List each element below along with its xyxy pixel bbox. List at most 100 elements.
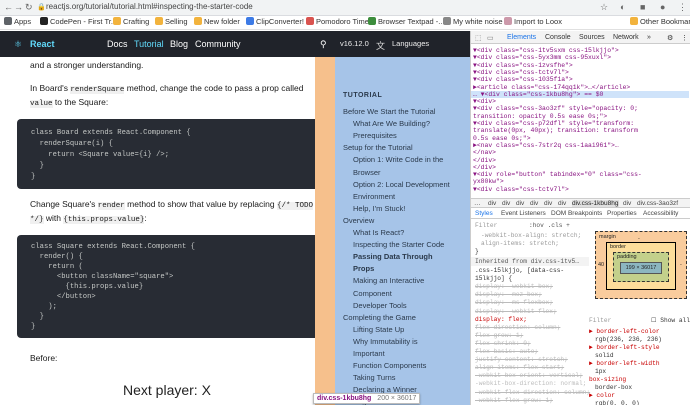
dom-node[interactable]: … ▼<div class="css-1kbu8hg"> == $0	[471, 90, 689, 98]
hov-cls-controls[interactable]: :hov .cls +	[529, 222, 570, 229]
tab-console[interactable]: Console	[545, 34, 571, 41]
extension-icon[interactable]: ■	[640, 2, 645, 12]
sidebar-item[interactable]: Completing the Game	[343, 313, 416, 322]
tab-event-listeners[interactable]: Event Listeners	[501, 210, 546, 217]
sidebar-item[interactable]: What Is React?	[353, 228, 404, 237]
forward-icon[interactable]: →	[14, 2, 23, 12]
bookmark-apps[interactable]: Apps	[4, 17, 31, 26]
sidebar-item[interactable]: Component	[353, 289, 392, 298]
dom-node[interactable]: ▼<div role="button" tabindex="0" class="…	[473, 171, 642, 178]
dom-node[interactable]: ▼<div class="css-1zvsfhe">	[473, 62, 573, 69]
tab-sources[interactable]: Sources	[579, 34, 605, 41]
css-declaration[interactable]: justify-content: stretch;	[475, 356, 568, 363]
bookmark-pomodoro[interactable]: Pomodoro Timer	[306, 17, 371, 26]
nav-docs[interactable]: Docs	[107, 39, 128, 49]
css-declaration[interactable]: -webkit-flex-direction: column;	[475, 389, 590, 396]
bookmark-textpad[interactable]: Browser Textpad -...	[368, 17, 445, 26]
translate-icon[interactable]: 文	[376, 39, 385, 52]
nav-tutorial[interactable]: Tutorial	[134, 39, 164, 49]
css-declaration[interactable]: flex-shrink: 0;	[475, 340, 531, 347]
breadcrumb-item[interactable]: div	[516, 200, 524, 207]
menu-icon[interactable]: ⋮	[678, 2, 687, 13]
sidebar-item[interactable]: What Are We Building?	[353, 119, 430, 128]
css-declaration[interactable]: -webkit-box-direction: normal;	[475, 380, 586, 387]
sidebar-item[interactable]: Why Immutability is	[353, 337, 418, 346]
css-declaration[interactable]: flex-grow: 1;	[475, 332, 523, 339]
bookmark-new-folder[interactable]: New folder	[194, 17, 240, 26]
dom-node[interactable]: </div>	[473, 164, 496, 171]
css-declaration[interactable]: -webkit-box-align: stretch;	[481, 232, 581, 239]
css-declaration[interactable]: 15lkjjo] {	[475, 275, 512, 282]
nav-blog[interactable]: Blog	[170, 39, 188, 49]
profile-icon[interactable]: ●	[660, 2, 665, 12]
computed-property[interactable]: ► border-left-width	[589, 360, 660, 367]
computed-property[interactable]: ► border-left-color	[589, 328, 660, 335]
tab-styles[interactable]: Styles	[475, 210, 493, 217]
dom-node[interactable]: </nav>	[473, 149, 496, 156]
sidebar-item[interactable]: Option 2: Local Development	[353, 180, 450, 189]
sidebar-item[interactable]: Setup for the Tutorial	[343, 143, 413, 152]
brand-link[interactable]: React	[30, 39, 55, 49]
breadcrumb-item[interactable]: div	[530, 200, 538, 207]
dom-node[interactable]: ▼<div class="css-tctv7l">	[473, 186, 569, 193]
breadcrumb-item[interactable]: div	[558, 200, 566, 207]
star-icon[interactable]: ☆	[600, 2, 608, 13]
show-all-checkbox[interactable]: ☐ Show all	[651, 317, 690, 324]
bookmark-white-noise[interactable]: My white noise	[443, 17, 503, 26]
dom-node[interactable]: yx80kw">	[473, 178, 504, 185]
css-declaration[interactable]: display: -moz-box;	[475, 291, 542, 298]
sidebar-item[interactable]: Browser	[353, 168, 381, 177]
sidebar-item[interactable]: Making an Interactive	[353, 276, 424, 285]
sidebar-item[interactable]: Help, I'm Stuck!	[353, 204, 405, 213]
computed-property[interactable]: ► color	[589, 392, 615, 399]
dom-node[interactable]: 0.5s ease 0s;">	[473, 135, 531, 142]
dom-node[interactable]: translate(0px, 40px); transition: transf…	[473, 127, 638, 134]
dom-node[interactable]: ▼<div class="css-tctv7l">	[473, 69, 569, 76]
tab-properties[interactable]: Properties	[607, 210, 637, 217]
breadcrumb-item[interactable]: …	[474, 200, 481, 207]
sidebar-item[interactable]: Inspecting the Starter Code	[353, 240, 444, 249]
breadcrumb-item[interactable]: div.css-1kbu8hg	[572, 200, 619, 207]
settings-icon[interactable]: ⚙	[667, 34, 673, 42]
dom-node[interactable]: </div>	[473, 157, 496, 164]
breadcrumb-item[interactable]: div	[488, 200, 496, 207]
styles-filter-input[interactable]: Filter	[475, 222, 497, 229]
reload-icon[interactable]: ↻	[25, 2, 33, 13]
bookmark-crafting[interactable]: Crafting	[113, 17, 149, 26]
sidebar-item[interactable]: Props	[353, 264, 374, 273]
sidebar-item[interactable]: Lifting State Up	[353, 325, 404, 334]
dom-node[interactable]: ▼<div class="css-p72dfl" style="transfor…	[473, 120, 634, 127]
sidebar-item[interactable]: Function Components	[353, 361, 426, 370]
more-icon[interactable]: ⋮	[681, 34, 688, 42]
breadcrumb-item[interactable]: div.css-3ao3zf	[637, 200, 678, 207]
tab-network[interactable]: Network	[613, 34, 639, 41]
url-text[interactable]: reactjs.org/tutorial/tutorial.html#inspe…	[46, 2, 253, 11]
sidebar-item[interactable]: Developer Tools	[353, 301, 407, 310]
dom-node[interactable]: ▼<div>	[473, 98, 496, 105]
css-declaration[interactable]: align-items: flex-start;	[475, 364, 564, 371]
sidebar-item[interactable]: Overview	[343, 216, 374, 225]
react-logo-icon[interactable]: ⚛	[14, 39, 22, 50]
sidebar-item[interactable]: Taking Turns	[353, 373, 396, 382]
css-declaration[interactable]: .css-15lkjjo, [data-css-	[475, 267, 564, 274]
dom-node[interactable]: ▼<div class="css-1tv5sxm css-15lkjjo">	[473, 47, 619, 54]
computed-property[interactable]: box-sizing	[589, 376, 626, 383]
css-declaration[interactable]: flex-direction: column;	[475, 324, 560, 331]
languages-link[interactable]: Languages	[392, 39, 429, 48]
dom-node[interactable]: ▼<div class="css-3ao3zf" style="opacity:…	[473, 105, 638, 112]
sidebar-item[interactable]: Passing Data Through	[353, 252, 433, 261]
tab-elements[interactable]: Elements	[507, 34, 536, 41]
sidebar-item[interactable]: Environment	[353, 192, 395, 201]
dom-node[interactable]: transition: opacity 0.5s ease 0s;">	[473, 113, 607, 120]
css-declaration[interactable]: display: flex;	[475, 316, 527, 323]
dom-node[interactable]: ▼<div class="css-1035f1a">	[473, 76, 573, 83]
sidebar-item[interactable]: Prerequisites	[353, 131, 397, 140]
dom-node[interactable]: ►<nav class="css-7str2q css-1aai961">…	[473, 142, 619, 149]
search-icon[interactable]: ⚲	[320, 39, 327, 50]
sidebar-item[interactable]: Before We Start the Tutorial	[343, 107, 435, 116]
nav-community[interactable]: Community	[195, 39, 241, 49]
bookmark-selling[interactable]: Selling	[155, 17, 188, 26]
tab-dom-breakpoints[interactable]: DOM Breakpoints	[551, 210, 602, 217]
bookmark-clipconverter[interactable]: ClipConverter!	[246, 17, 304, 26]
computed-filter-input[interactable]: Filter	[589, 317, 611, 324]
